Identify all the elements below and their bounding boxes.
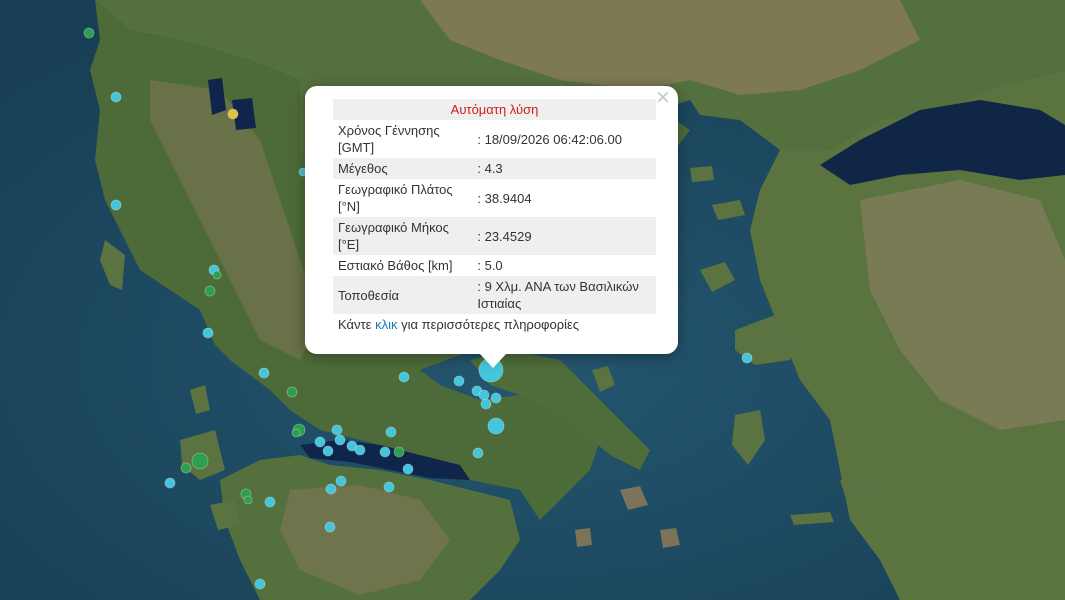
more-info-prefix: Κάντε: [338, 317, 376, 332]
table-row: Γεωγραφικό Πλάτος [°N] : 38.9404: [333, 179, 656, 217]
table-row: Εστιακό Βάθος [km] : 5.0: [333, 255, 656, 276]
quake-marker[interactable]: [254, 578, 266, 590]
latitude-value: : 38.9404: [477, 190, 532, 206]
origin-time-label: Χρόνος Γέννησης [GMT]: [338, 123, 440, 155]
island-thasos: [690, 166, 714, 182]
quake-marker[interactable]: [472, 447, 484, 459]
quake-marker[interactable]: [354, 444, 366, 456]
quake-marker[interactable]: [490, 392, 502, 404]
quake-marker[interactable]: [227, 108, 239, 120]
quake-marker[interactable]: [286, 386, 298, 398]
quake-marker[interactable]: [291, 428, 301, 438]
magnitude-label: Μέγεθος: [333, 158, 473, 179]
popup-title: Αυτόματη λύση: [333, 99, 656, 120]
quake-marker[interactable]: [322, 445, 334, 457]
depth-label: Εστιακό Βάθος [km]: [338, 258, 453, 273]
quake-marker[interactable]: [383, 481, 395, 493]
quake-marker[interactable]: [385, 426, 397, 438]
quake-marker[interactable]: [334, 434, 346, 446]
quake-marker[interactable]: [110, 199, 122, 211]
earthquake-info-popup: × Αυτόματη λύση Χρόνος Γέννησης [GMT] : …: [305, 86, 678, 368]
quake-marker[interactable]: [480, 398, 492, 410]
close-icon[interactable]: ×: [654, 88, 672, 107]
quake-marker[interactable]: [393, 446, 405, 458]
island-cyclades-3: [575, 528, 592, 547]
origin-time-value: : 18/09/2026 06:42:06.00: [477, 131, 622, 147]
quake-marker[interactable]: [379, 446, 391, 458]
latitude-label: Γεωγραφικό Πλάτος [°N]: [338, 182, 453, 214]
quake-marker[interactable]: [110, 91, 122, 103]
quake-marker[interactable]: [741, 352, 753, 364]
quake-marker[interactable]: [487, 417, 505, 435]
table-row: Γεωγραφικό Μήκος [°E] : 23.4529: [333, 217, 656, 255]
quake-marker[interactable]: [398, 371, 410, 383]
quake-marker[interactable]: [331, 424, 343, 436]
table-row: Μέγεθος : 4.3: [333, 158, 656, 179]
quake-marker[interactable]: [402, 463, 414, 475]
quake-marker[interactable]: [264, 496, 276, 508]
quake-marker[interactable]: [478, 389, 490, 401]
quake-marker[interactable]: [204, 285, 216, 297]
quake-marker[interactable]: [202, 327, 214, 339]
location-label: Τοποθεσία: [333, 276, 473, 314]
quake-marker[interactable]: [180, 462, 192, 474]
location-value: : 9 Χλμ. ΑΝΑ των Βασιλικών Ιστιαίας: [472, 276, 656, 314]
table-row: Τοποθεσία : 9 Χλμ. ΑΝΑ των Βασιλικών Ιστ…: [333, 276, 656, 314]
longitude-value: : 23.4529: [472, 217, 656, 255]
magnitude-value: : 4.3: [472, 158, 656, 179]
table-row: Χρόνος Γέννησης [GMT] : 18/09/2026 06:42…: [333, 120, 656, 158]
quake-marker[interactable]: [314, 436, 326, 448]
quake-marker[interactable]: [325, 483, 337, 495]
quake-marker[interactable]: [258, 367, 270, 379]
quake-marker[interactable]: [191, 452, 209, 470]
quake-marker[interactable]: [243, 495, 253, 505]
quake-marker[interactable]: [453, 375, 465, 387]
popup-tip: [480, 354, 506, 368]
depth-value: : 5.0: [477, 258, 503, 273]
quake-marker[interactable]: [324, 521, 336, 533]
quake-marker[interactable]: [212, 270, 222, 280]
earthquake-details-table: Χρόνος Γέννησης [GMT] : 18/09/2026 06:42…: [333, 120, 656, 314]
longitude-label: Γεωγραφικό Μήκος [°E]: [333, 217, 473, 255]
quake-marker[interactable]: [335, 475, 347, 487]
more-info-link[interactable]: κλικ: [375, 317, 397, 332]
quake-marker[interactable]: [83, 27, 95, 39]
more-info-suffix: για περισσότερες πληροφορίες: [397, 317, 580, 332]
more-info-text: Κάντε κλικ για περισσότερες πληροφορίες: [333, 314, 657, 335]
quake-marker[interactable]: [164, 477, 176, 489]
